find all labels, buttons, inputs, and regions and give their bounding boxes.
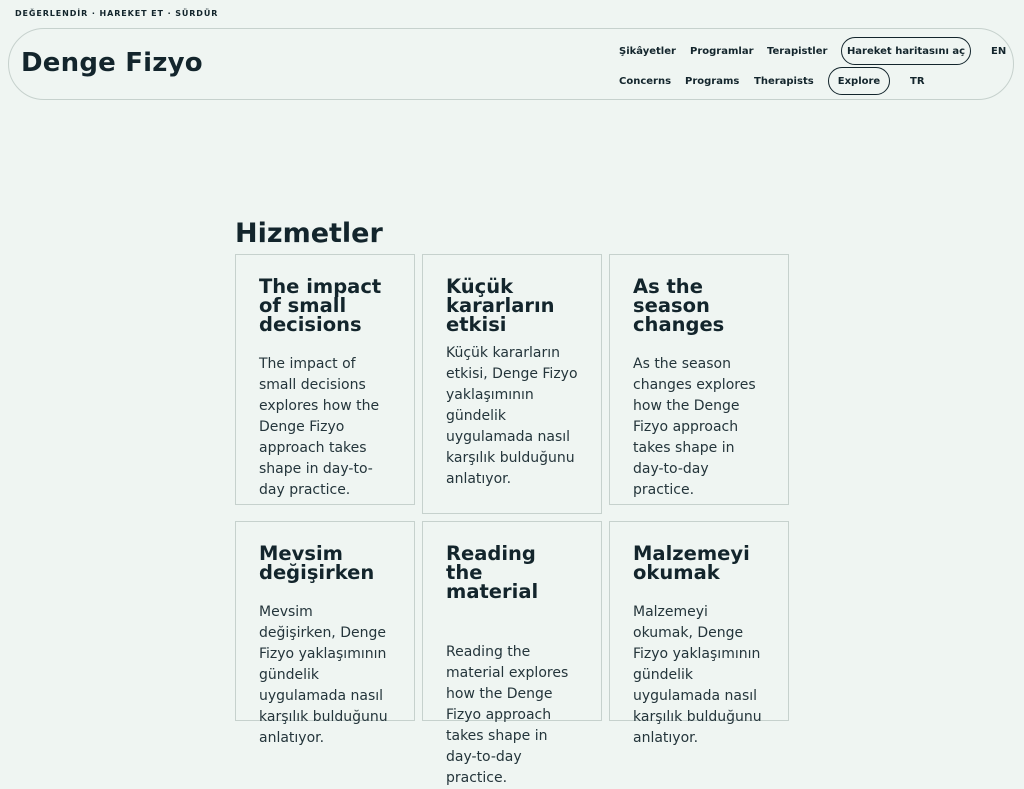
explore-button[interactable]: Explore (828, 67, 890, 95)
hareket-haritasi-button[interactable]: Hareket haritasını aç (841, 37, 971, 65)
service-card[interactable]: Küçük kararların etkisi Küçük kararların… (422, 254, 602, 514)
service-card[interactable]: Mevsim değişirken Mevsim değişirken, Den… (235, 521, 415, 746)
card-title: Mevsim değişirken (259, 542, 375, 584)
nav-link-therapists[interactable]: Therapists (754, 76, 828, 87)
nav-link-concerns[interactable]: Concerns (619, 76, 685, 87)
card-title: As the season changes (633, 275, 725, 336)
nav-primary-tr: Şikâyetler Programlar Terapistler Hareke… (619, 36, 1006, 66)
service-card[interactable]: As the season changes As the season chan… (609, 254, 789, 505)
card-body: The impact of small decisions explores h… (259, 356, 380, 498)
section-title: Hizmetler (235, 218, 383, 249)
nav-primary-en: Concerns Programs Therapists Explore TR (619, 66, 925, 96)
nav-link-sikayetler[interactable]: Şikâyetler (619, 46, 690, 57)
tagline: DEĞERLENDİR · HAREKET ET · SÜRDÜR (15, 9, 219, 18)
nav-link-programlar[interactable]: Programlar (690, 46, 767, 57)
lang-switch-en[interactable]: EN (991, 46, 1006, 57)
card-title: Reading the material (446, 542, 539, 603)
service-card[interactable]: The impact of small decisions The impact… (235, 254, 415, 505)
card-body: Malzemeyi okumak, Denge Fizyo yaklaşımın… (633, 604, 762, 746)
card-title: Küçük kararların etkisi (446, 275, 555, 336)
card-body: As the season changes explores how the D… (633, 356, 756, 498)
site-header: Denge Fizyo Şikâyetler Programlar Terapi… (8, 28, 1014, 100)
card-title: The impact of small decisions (259, 275, 382, 336)
card-body: Reading the material explores how the De… (446, 644, 569, 786)
brand-logo-text[interactable]: Denge Fizyo (21, 48, 203, 78)
card-title: Malzemeyi okumak (633, 542, 750, 584)
nav-link-terapistler[interactable]: Terapistler (767, 46, 841, 57)
lang-switch-tr[interactable]: TR (910, 76, 925, 87)
service-card[interactable]: Malzemeyi okumak Malzemeyi okumak, Denge… (609, 521, 789, 746)
nav-link-programs[interactable]: Programs (685, 76, 754, 87)
card-body: Küçük kararların etkisi, Denge Fizyo yak… (446, 345, 578, 487)
service-card[interactable]: Reading the material Reading the materia… (422, 521, 602, 786)
card-body: Mevsim değişirken, Denge Fizyo yaklaşımı… (259, 604, 388, 746)
